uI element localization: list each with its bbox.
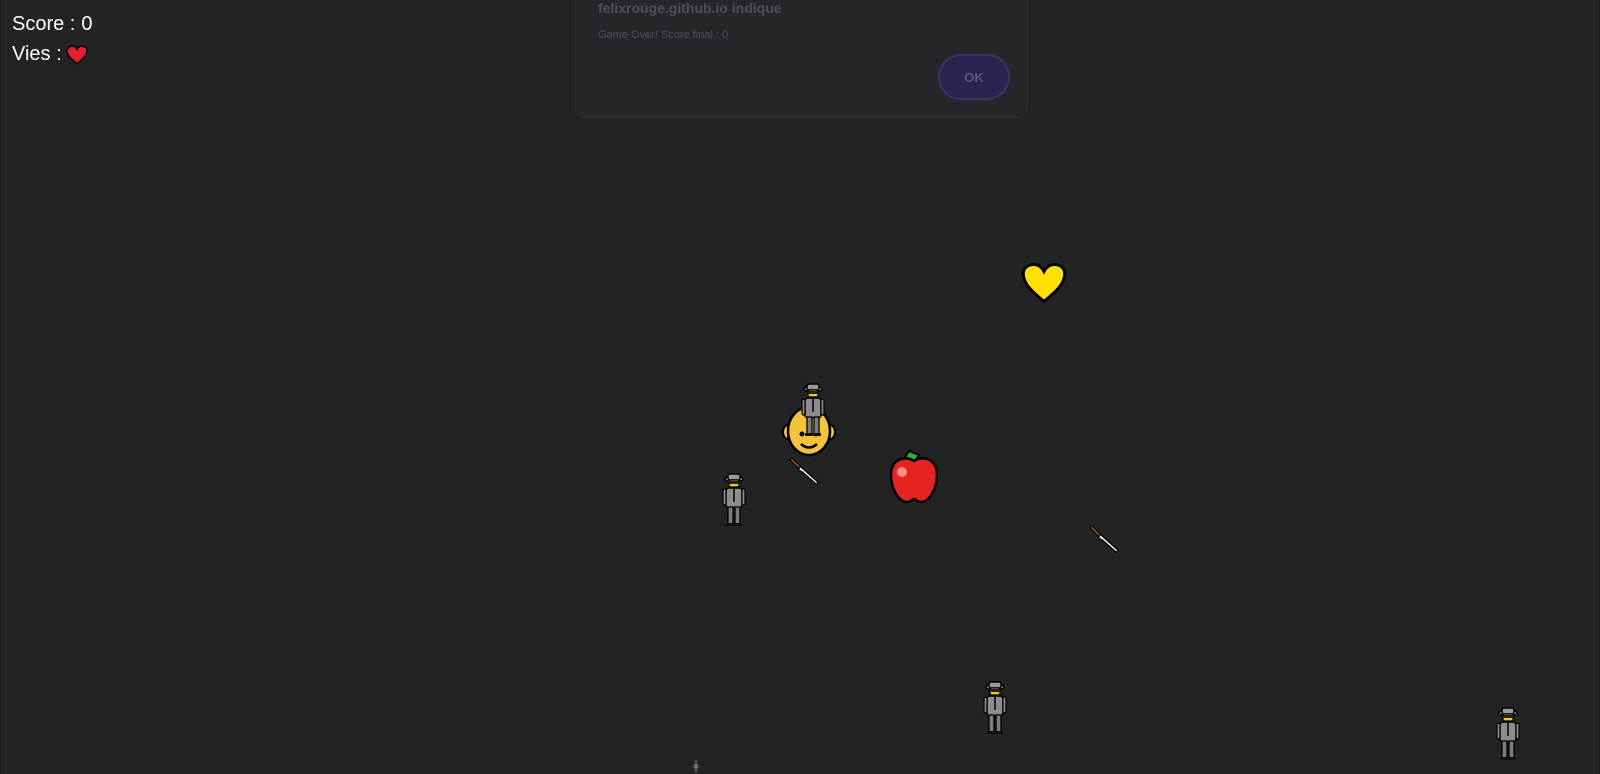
yellow-heart-icon	[1021, 262, 1067, 304]
score-label: Score :	[12, 13, 76, 35]
spy-detective-icon	[719, 472, 749, 528]
game-canvas[interactable]: Score : 0 Vies : felixrouge.github.io in…	[1, 0, 1599, 774]
score-row: Score : 0	[12, 9, 92, 39]
dialog-message: Game Over! Score final : 0	[598, 29, 729, 41]
dialog-title: felixrouge.github.io indique	[598, 0, 782, 16]
spy-detective-icon	[681, 760, 711, 774]
lives-label: Vies :	[12, 43, 62, 65]
red-apple-icon	[887, 447, 941, 505]
lives-row: Vies :	[12, 39, 92, 69]
spy-detective-icon	[1493, 706, 1523, 762]
red-heart-icon	[66, 44, 88, 64]
game-over-dialog: felixrouge.github.io indique Game Over! …	[575, 0, 1028, 118]
score-value: 0	[81, 13, 93, 35]
knife-icon	[789, 455, 821, 487]
hud: Score : 0 Vies :	[12, 9, 92, 69]
spy-detective-icon	[798, 382, 828, 438]
knife-icon	[1089, 523, 1121, 555]
ok-button[interactable]: OK	[938, 54, 1010, 100]
spy-detective-icon	[980, 680, 1010, 736]
